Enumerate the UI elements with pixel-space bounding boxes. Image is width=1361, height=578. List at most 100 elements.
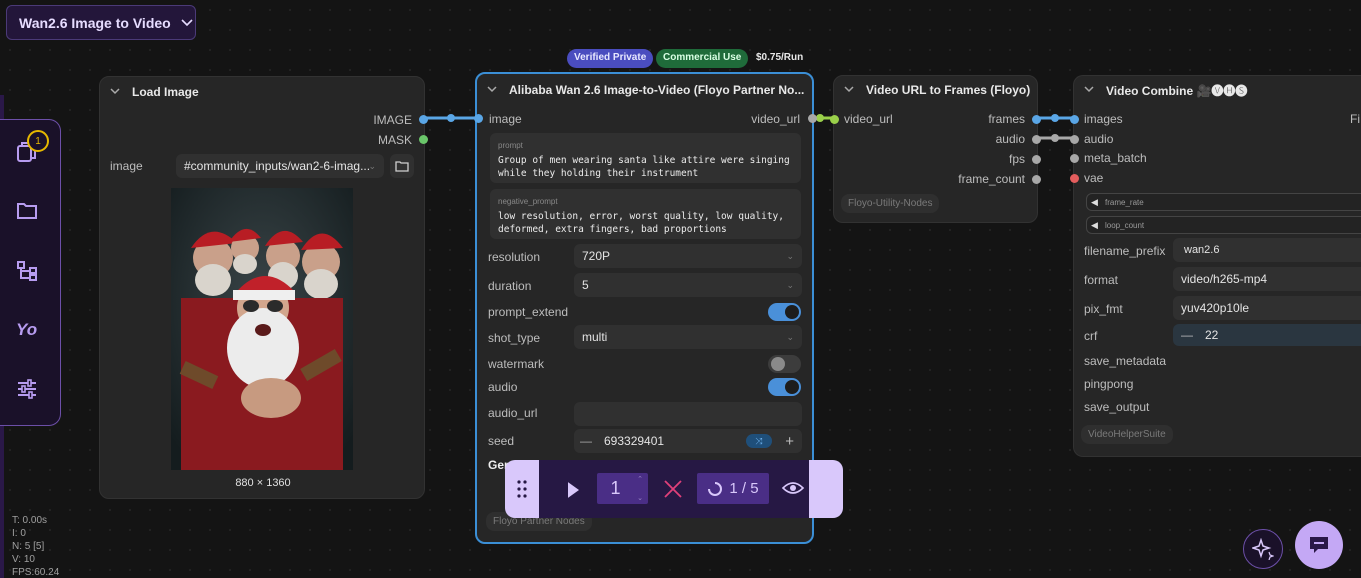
stat-time: T: 0.00s xyxy=(12,515,48,526)
input-label-audio: audio xyxy=(1084,132,1114,146)
node-source-tag: Floyo-Utility-Nodes xyxy=(841,194,940,213)
loop-count-slider[interactable]: ◀ loop_count xyxy=(1086,216,1361,234)
output-slot-image[interactable] xyxy=(419,115,428,124)
stat-fps: FPS:60.24 xyxy=(12,567,60,578)
seed-input[interactable]: — 693329401 ⤨ + xyxy=(574,429,802,453)
stat-v: V: 10 xyxy=(12,554,35,565)
pix-fmt-label: pix_fmt xyxy=(1084,302,1123,316)
chevron-down-icon: ⌄ xyxy=(786,331,794,342)
queue-progress-button[interactable]: 1 / 5 xyxy=(697,473,769,504)
input-slot-video-url[interactable] xyxy=(830,115,839,124)
seed-label: seed xyxy=(488,434,515,448)
input-slot-images[interactable] xyxy=(1070,115,1079,124)
negative-prompt-label: negative_prompt xyxy=(498,197,558,206)
stepper-down-icon[interactable]: ⌄ xyxy=(637,494,643,502)
decrement-arrow-icon[interactable]: ◀ xyxy=(1091,220,1098,231)
output-slot-audio[interactable] xyxy=(1032,135,1041,144)
render-stats: T: 0.00s I: 0 N: 5 [5] V: 10 FPS:60.24 xyxy=(12,514,59,578)
shot-type-label: shot_type xyxy=(488,331,541,345)
save-metadata-label: save_metadata xyxy=(1084,354,1167,368)
output-slot-fps[interactable] xyxy=(1032,155,1041,164)
randomize-seed-icon[interactable]: ⤨ xyxy=(746,434,772,448)
input-label-video-url: video_url xyxy=(844,112,893,126)
resolution-label: resolution xyxy=(488,250,541,264)
crf-label: crf xyxy=(1084,329,1098,343)
input-label-images: images xyxy=(1084,112,1123,126)
output-slot-frame-count[interactable] xyxy=(1032,175,1041,184)
seed-decrement-button[interactable]: — xyxy=(580,434,592,448)
video-combine-node[interactable]: Video Combine 🎥🅥🅗🅢 images Fi audio meta_… xyxy=(1070,75,1361,457)
load-image-node[interactable]: Load Image IMAGE MASK image #community_i… xyxy=(99,76,428,499)
output-label-image: IMAGE xyxy=(373,113,412,127)
commercial-use-badge: Commercial Use xyxy=(656,49,749,68)
shot-type-value: multi xyxy=(582,330,608,344)
output-label-filenames: Fi xyxy=(1350,112,1360,126)
prompt-label: prompt xyxy=(498,141,523,150)
negative-prompt-textarea[interactable]: negative_prompt low resolution, error, w… xyxy=(490,189,801,239)
resolution-select[interactable]: 720P ⌄ xyxy=(574,244,802,268)
input-slot-vae[interactable] xyxy=(1070,174,1079,183)
collapse-chevron-icon[interactable] xyxy=(110,86,120,98)
queue-progress-text: 1 / 5 xyxy=(729,480,759,497)
verified-private-badge: Verified Private xyxy=(567,49,654,68)
chat-icon xyxy=(1310,537,1328,553)
node-source-tag: VideoHelperSuite xyxy=(1081,425,1173,444)
chevron-down-icon: ⌄ xyxy=(786,250,794,261)
crf-decrement-button[interactable]: — xyxy=(1181,328,1193,342)
run-toolbar: 1 ⌃ ⌄ 1 / 5 xyxy=(505,460,843,518)
output-label-audio: audio xyxy=(995,132,1025,146)
batch-count-stepper[interactable]: 1 ⌃ ⌄ xyxy=(597,473,648,504)
spinner-icon xyxy=(708,481,723,496)
video-url-to-frames-node[interactable]: Video URL to Frames (Floyo) video_url fr… xyxy=(830,75,1041,223)
image-widget-label: image xyxy=(110,159,143,173)
prompt-line-2: while they holding their instrument xyxy=(498,168,699,179)
chat-button[interactable] xyxy=(1295,521,1343,569)
audio-toggle[interactable] xyxy=(768,378,801,396)
prompt-extend-toggle[interactable] xyxy=(768,303,801,321)
input-label-vae: vae xyxy=(1084,171,1104,185)
image-preview xyxy=(171,188,353,470)
input-slot-meta-batch[interactable] xyxy=(1070,154,1079,163)
eye-icon[interactable] xyxy=(781,480,805,499)
node-title: Load Image xyxy=(132,85,199,99)
pix-fmt-select[interactable]: yuv420p10le xyxy=(1173,296,1361,320)
input-slot-image[interactable] xyxy=(474,114,483,123)
collapse-chevron-icon[interactable] xyxy=(1084,84,1094,96)
seed-increment-button[interactable]: + xyxy=(785,433,794,450)
shot-type-select[interactable]: multi ⌄ xyxy=(574,325,802,349)
watermark-toggle[interactable] xyxy=(768,355,801,373)
drag-handle-icon[interactable] xyxy=(517,479,527,502)
negative-prompt-line-2: deformed, extra fingers, bad proportions xyxy=(498,224,727,235)
stat-i: I: 0 xyxy=(12,528,26,539)
decrement-arrow-icon[interactable]: ◀ xyxy=(1091,197,1098,208)
frame-rate-slider[interactable]: ◀ frame_rate xyxy=(1086,193,1361,211)
prompt-extend-label: prompt_extend xyxy=(488,305,569,319)
negative-prompt-line-1: low resolution, error, worst quality, lo… xyxy=(498,211,784,222)
batch-count-value: 1 xyxy=(610,478,621,498)
folder-upload-button[interactable] xyxy=(390,154,414,178)
run-play-icon[interactable] xyxy=(563,478,581,505)
crf-input[interactable]: — 22 xyxy=(1173,324,1361,346)
collapse-chevron-icon[interactable] xyxy=(487,84,497,96)
chevron-down-icon: ⌄ xyxy=(786,279,794,290)
format-select[interactable]: video/h265-mp4 xyxy=(1173,267,1361,291)
ai-assistant-button[interactable] xyxy=(1243,529,1283,569)
prompt-line-1: Group of men wearing santa like attire w… xyxy=(498,155,790,166)
duration-select[interactable]: 5 ⌄ xyxy=(574,273,802,297)
stepper-up-icon[interactable]: ⌃ xyxy=(637,475,643,483)
output-label-frame-count: frame_count xyxy=(958,172,1025,186)
duration-label: duration xyxy=(488,279,532,293)
output-slot-frames[interactable] xyxy=(1032,115,1041,124)
input-slot-audio[interactable] xyxy=(1070,135,1079,144)
image-select[interactable]: #community_inputs/wan2-6-imag... ⌄ xyxy=(176,154,384,178)
collapse-chevron-icon[interactable] xyxy=(844,84,854,96)
output-slot-mask[interactable] xyxy=(419,135,428,144)
output-slot-video-url[interactable] xyxy=(808,114,817,123)
audio-url-input[interactable] xyxy=(574,402,802,426)
seed-value: 693329401 xyxy=(604,434,665,448)
filename-prefix-input[interactable]: wan2.6 xyxy=(1173,238,1361,262)
sparkles-icon xyxy=(1252,538,1274,560)
prompt-textarea[interactable]: prompt Group of men wearing santa like a… xyxy=(490,133,801,183)
format-label: format xyxy=(1084,273,1119,287)
cancel-x-icon[interactable] xyxy=(663,479,683,502)
